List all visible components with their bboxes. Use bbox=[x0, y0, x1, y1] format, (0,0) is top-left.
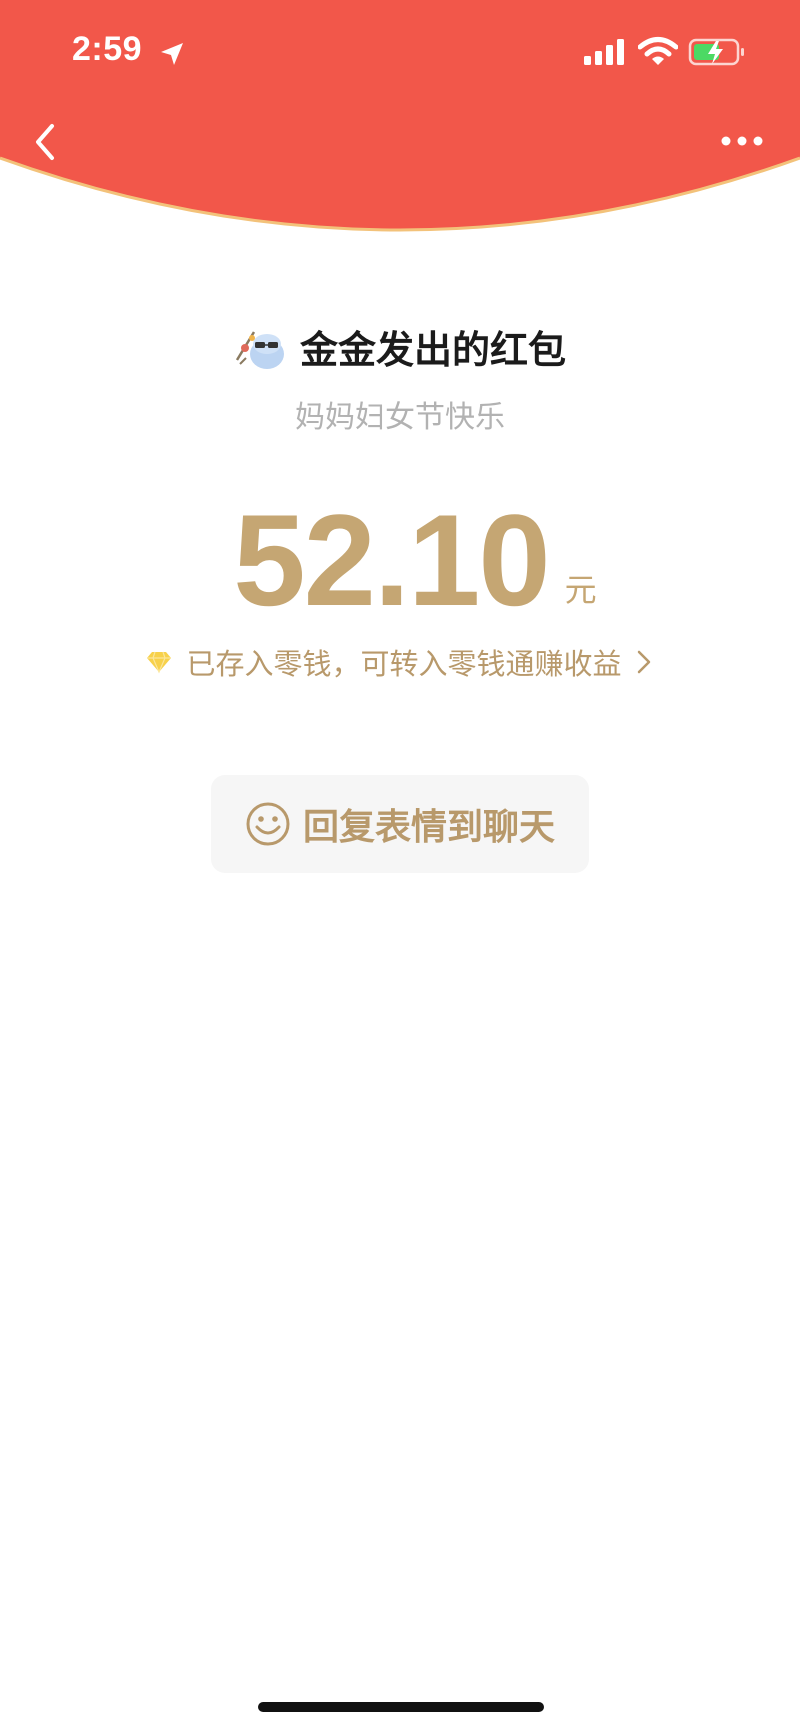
deposit-note-link[interactable]: 已存入零钱，可转入零钱通赚收益 bbox=[0, 640, 800, 684]
battery-charging-icon bbox=[688, 38, 744, 66]
chevron-right-icon bbox=[637, 650, 650, 674]
sender-row: 金金发出的红包 bbox=[0, 316, 800, 376]
reply-sticker-button[interactable]: 回复表情到聊天 bbox=[211, 775, 589, 873]
amount-unit: 元 bbox=[564, 571, 597, 609]
wifi-icon bbox=[638, 37, 678, 65]
back-chevron-icon[interactable] bbox=[28, 118, 64, 166]
sender-title: 金金发出的红包 bbox=[299, 327, 566, 372]
amount-value: 52.10 bbox=[233, 487, 550, 633]
blessing-message: 妈妈妇女节快乐 bbox=[295, 400, 505, 435]
sender-avatar bbox=[235, 331, 284, 369]
location-arrow-icon bbox=[161, 43, 183, 65]
amount-row: 52.10 元 bbox=[0, 495, 800, 625]
deposit-note-text: 已存入零钱，可转入零钱通赚收益 bbox=[186, 647, 622, 681]
home-indicator[interactable] bbox=[258, 1702, 544, 1712]
cellular-signal-icon bbox=[584, 39, 624, 65]
smile-icon bbox=[246, 802, 290, 846]
diamond-icon bbox=[147, 651, 172, 674]
more-options-icon[interactable] bbox=[720, 128, 764, 154]
reply-button-label: 回复表情到聊天 bbox=[302, 807, 555, 848]
status-time: 2:59 bbox=[72, 30, 143, 68]
